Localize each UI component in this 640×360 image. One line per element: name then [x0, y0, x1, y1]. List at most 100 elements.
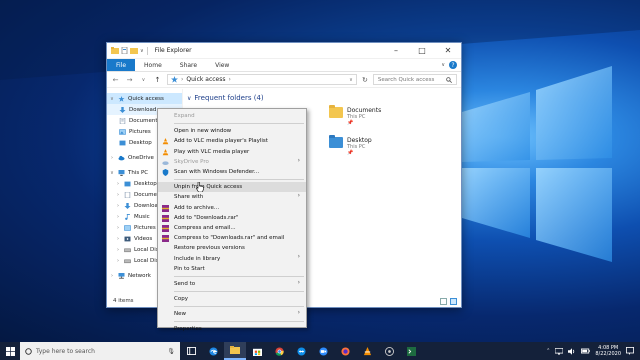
- menu-item-properties[interactable]: Properties: [158, 324, 306, 334]
- expand-chevron-icon[interactable]: ›: [115, 214, 121, 220]
- menu-item-new[interactable]: New ›: [158, 309, 306, 319]
- minimize-button[interactable]: –: [383, 43, 409, 59]
- menu-label: Expand: [174, 113, 195, 120]
- file-explorer-taskbar-button[interactable]: [224, 342, 246, 360]
- expand-ribbon-chevron-icon[interactable]: ∨: [441, 62, 445, 68]
- menu-label: Copy: [174, 296, 188, 303]
- large-icons-view-icon[interactable]: [450, 297, 457, 305]
- nav-label: Videos: [134, 235, 153, 242]
- folder-tile-documents[interactable]: Documents This PC 📌: [329, 105, 381, 126]
- battery-icon[interactable]: [581, 348, 591, 354]
- menu-item-pin-start[interactable]: Pin to Start: [158, 264, 306, 274]
- properties-icon[interactable]: [121, 47, 128, 54]
- expand-chevron-icon[interactable]: ›: [115, 181, 121, 187]
- menu-item-share-with[interactable]: Share with ›: [158, 192, 306, 202]
- menu-label: New: [174, 311, 186, 318]
- menu-item-skydrive-pro[interactable]: SkyDrive Pro ›: [158, 157, 306, 167]
- menu-item-compress-rar-email[interactable]: Compress to "Downloads.rar" and email: [158, 233, 306, 243]
- store-button[interactable]: [246, 342, 268, 360]
- menu-item-send-to[interactable]: Send to ›: [158, 279, 306, 289]
- maximize-button[interactable]: □: [409, 43, 435, 59]
- system-tray: ⌃ 4:08 PM 8/22/2020: [546, 345, 640, 357]
- menu-item-expand[interactable]: Expand: [158, 111, 306, 121]
- notification-icon[interactable]: [626, 347, 634, 355]
- nav-quick-access[interactable]: ∨ Quick access: [107, 93, 182, 104]
- frequent-folders-header[interactable]: ∨ Frequent folders (4): [187, 94, 264, 102]
- tray-chevron-icon[interactable]: ⌃: [546, 348, 550, 354]
- search-input[interactable]: Search Quick access: [372, 74, 457, 85]
- taskbar-search-input[interactable]: Type here to search 🎙: [20, 342, 180, 360]
- quick-access-toolbar: ∨: [111, 47, 144, 54]
- expand-chevron-icon[interactable]: ›: [109, 155, 115, 161]
- collapse-chevron-icon[interactable]: ∨: [109, 96, 115, 102]
- nav-label: Download: [129, 106, 157, 113]
- start-button[interactable]: [0, 342, 20, 360]
- menu-item-open-new-window[interactable]: Open in new window: [158, 126, 306, 136]
- search-icon: [446, 76, 452, 83]
- menu-item-copy[interactable]: Copy: [158, 294, 306, 304]
- expand-chevron-icon[interactable]: ›: [115, 236, 121, 242]
- menu-item-compress-email[interactable]: Compress and email...: [158, 223, 306, 233]
- task-view-button[interactable]: [180, 342, 202, 360]
- clock[interactable]: 4:08 PM 8/22/2020: [595, 345, 621, 357]
- path-separator-icon: ›: [228, 76, 231, 83]
- menu-item-add-downloads-rar[interactable]: Add to "Downloads.rar": [158, 213, 306, 223]
- forward-button[interactable]: →: [125, 76, 134, 84]
- menu-item-scan-defender[interactable]: Scan with Windows Defender...: [158, 167, 306, 177]
- teamviewer-button[interactable]: [290, 342, 312, 360]
- address-dropdown-icon[interactable]: ∨: [346, 77, 356, 83]
- collapse-chevron-icon[interactable]: ∨: [109, 170, 115, 176]
- vlc-taskbar-button[interactable]: [356, 342, 378, 360]
- expand-chevron-icon[interactable]: ›: [115, 203, 121, 209]
- details-view-icon[interactable]: [440, 297, 447, 305]
- edge-button[interactable]: [202, 342, 224, 360]
- app-button[interactable]: [378, 342, 400, 360]
- menu-item-include-library[interactable]: Include in library ›: [158, 253, 306, 263]
- microphone-icon[interactable]: 🎙: [167, 348, 175, 355]
- firefox-button[interactable]: [334, 342, 356, 360]
- menu-item-restore-versions[interactable]: Restore previous versions: [158, 243, 306, 253]
- refresh-icon[interactable]: ↻: [362, 76, 368, 84]
- menu-label: Add to archive...: [174, 204, 220, 211]
- up-button[interactable]: ↑: [153, 76, 162, 84]
- menu-item-vlc-play[interactable]: Play with VLC media player: [158, 147, 306, 157]
- nav-label: This PC: [128, 169, 149, 176]
- close-button[interactable]: ✕: [435, 43, 461, 59]
- tab-file[interactable]: File: [107, 59, 136, 71]
- zoom-button[interactable]: [312, 342, 334, 360]
- network-tray-icon[interactable]: [555, 347, 564, 355]
- tab-share[interactable]: Share: [171, 59, 206, 71]
- back-button[interactable]: ←: [111, 76, 120, 84]
- expand-chevron-icon[interactable]: ›: [115, 258, 121, 264]
- chrome-button[interactable]: [268, 342, 290, 360]
- menu-item-unpin-quick-access[interactable]: Unpin from Quick access: [158, 182, 306, 193]
- expand-chevron-icon[interactable]: ›: [115, 247, 121, 253]
- hand-cursor-icon: [196, 182, 204, 192]
- expand-chevron-icon[interactable]: ›: [115, 225, 121, 231]
- menu-label: Unpin from Quick access: [174, 184, 243, 191]
- address-field[interactable]: › Quick access › ∨: [167, 74, 357, 85]
- tab-view[interactable]: View: [206, 59, 238, 71]
- menu-item-vlc-playlist[interactable]: Add to VLC media player's Playlist: [158, 136, 306, 146]
- tab-home[interactable]: Home: [135, 59, 171, 71]
- customize-qat-chevron[interactable]: ∨: [140, 48, 144, 54]
- document-icon: [119, 117, 126, 124]
- menu-label: Compress and email...: [174, 224, 236, 231]
- folder-tile-desktop[interactable]: Desktop This PC 📌: [329, 135, 372, 156]
- disk-icon: [124, 259, 131, 263]
- folder-app-icon: [111, 47, 119, 54]
- menu-separator: [174, 321, 304, 323]
- recent-locations-button[interactable]: ∨: [139, 77, 148, 83]
- volume-icon[interactable]: [568, 347, 576, 355]
- menu-item-add-archive[interactable]: Add to archive...: [158, 203, 306, 213]
- expand-chevron-icon[interactable]: ›: [109, 273, 115, 279]
- expand-chevron-icon[interactable]: ›: [115, 192, 121, 198]
- new-folder-icon[interactable]: [130, 47, 138, 54]
- terminal-button[interactable]: [400, 342, 422, 360]
- help-icon[interactable]: ?: [449, 61, 457, 69]
- disk-icon: [124, 248, 131, 252]
- title-bar: ∨ File Explorer – □ ✕: [107, 43, 461, 59]
- submenu-arrow-icon: ›: [297, 192, 300, 200]
- skydrive-icon: [162, 161, 169, 165]
- star-icon: [118, 95, 125, 102]
